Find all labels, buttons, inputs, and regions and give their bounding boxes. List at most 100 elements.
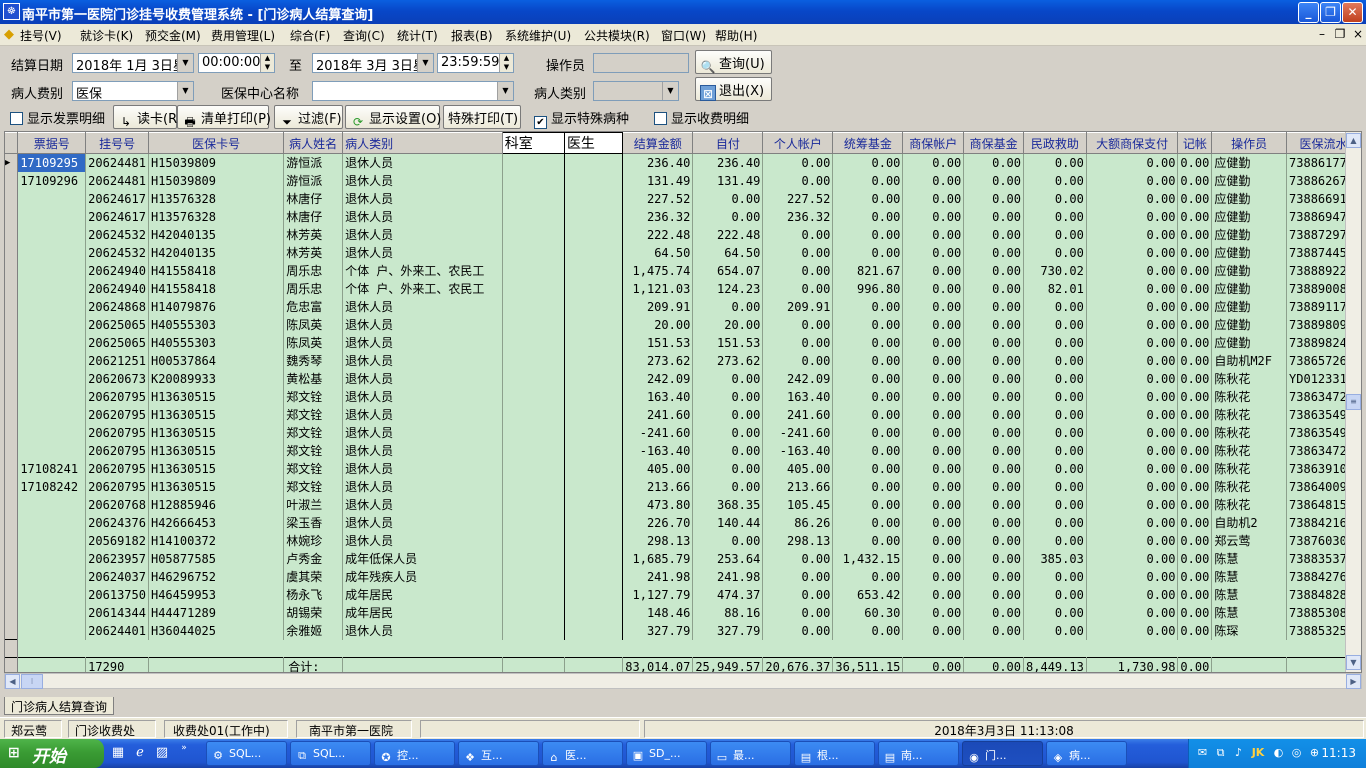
time-from-input[interactable]: 00:00:00 ▲ ▼ <box>198 53 275 73</box>
table-cell[interactable]: 0.00 <box>832 495 904 514</box>
table-cell[interactable]: 郑文铨 <box>283 423 344 442</box>
row-indicator[interactable] <box>5 513 19 532</box>
table-cell[interactable]: 227.52 <box>622 189 694 208</box>
chevron-down-icon[interactable]: ▼ <box>497 82 513 100</box>
table-cell[interactable]: 0.00 <box>762 153 834 172</box>
table-cell[interactable]: 虞其荣 <box>283 567 344 586</box>
table-cell[interactable] <box>564 603 624 622</box>
table-cell[interactable]: 242.09 <box>622 369 694 388</box>
table-cell[interactable]: 退休人员 <box>342 171 503 190</box>
table-cell[interactable]: 退休人员 <box>342 297 503 316</box>
table-cell[interactable]: 郑文铨 <box>283 477 344 496</box>
table-cell[interactable]: 0.00 <box>692 297 764 316</box>
table-cell[interactable]: 应健勤 <box>1211 225 1288 244</box>
table-cell[interactable] <box>564 279 624 298</box>
table-cell[interactable]: 叶淑兰 <box>283 495 344 514</box>
table-cell[interactable]: 0.00 <box>1177 405 1213 424</box>
table-cell[interactable]: 0.00 <box>832 243 904 262</box>
table-cell[interactable]: 0.00 <box>963 351 1025 370</box>
table-cell[interactable]: 0.00 <box>963 405 1025 424</box>
show-special-disease-checkbox[interactable]: ✔ 显示特殊病种 <box>534 108 629 129</box>
table-cell[interactable] <box>564 495 624 514</box>
table-cell[interactable]: 退休人员 <box>342 351 503 370</box>
table-cell[interactable]: 0.00 <box>832 315 904 334</box>
table-cell[interactable] <box>564 297 624 316</box>
table-cell[interactable]: 陈慧 <box>1211 549 1288 568</box>
table-cell[interactable]: 个体 户、外来工、农民工 <box>342 261 503 280</box>
table-cell[interactable]: 郑文铨 <box>283 387 344 406</box>
table-cell[interactable]: 0.00 <box>832 621 904 640</box>
table-cell[interactable]: 0.00 <box>1086 459 1179 478</box>
column-header[interactable]: 统筹基金 <box>832 132 904 154</box>
table-cell[interactable]: 0.00 <box>902 585 965 604</box>
table-cell[interactable]: 郑云莺 <box>1211 531 1288 550</box>
table-cell[interactable]: 0.00 <box>1023 225 1087 244</box>
table-cell[interactable]: 退休人员 <box>342 459 503 478</box>
menu-help[interactable]: 帮助(H) <box>715 27 757 44</box>
table-cell[interactable]: 0.00 <box>963 207 1025 226</box>
table-cell[interactable]: 20620795 <box>85 459 149 478</box>
table-cell[interactable] <box>17 351 87 370</box>
settlement-grid[interactable]: 票据号 挂号号 医保卡号 病人姓名 病人类别 科室 医生 结算金额 自付 个人帐… <box>4 131 1362 673</box>
table-cell[interactable]: 0.00 <box>1177 351 1213 370</box>
show-fee-detail-checkbox[interactable]: 显示收费明细 <box>654 108 749 127</box>
table-cell[interactable]: 0.00 <box>762 585 834 604</box>
table-cell[interactable]: 0.00 <box>832 225 904 244</box>
table-cell[interactable]: 385.03 <box>1023 549 1087 568</box>
table-cell[interactable]: 236.32 <box>622 207 694 226</box>
table-cell[interactable]: 0.00 <box>1086 153 1179 172</box>
menu-card[interactable]: 就诊卡(K) <box>80 27 133 44</box>
table-cell[interactable] <box>502 603 565 622</box>
table-cell[interactable]: 0.00 <box>1023 585 1087 604</box>
table-cell[interactable]: 0.00 <box>692 387 764 406</box>
row-indicator[interactable] <box>5 297 19 316</box>
table-cell[interactable]: 241.60 <box>622 405 694 424</box>
table-cell[interactable]: 0.00 <box>963 459 1025 478</box>
table-cell[interactable]: 0.00 <box>1177 225 1213 244</box>
table-cell[interactable] <box>17 405 87 424</box>
table-row[interactable]: 20624376 H42666453 梁玉香 退休人员 226.70 140.44 86.2… <box>5 513 1361 532</box>
table-cell[interactable] <box>502 171 565 190</box>
table-row[interactable]: 20613750 H46459953 杨永飞 成年居民 1,127.79 474.37 0.… <box>5 585 1361 604</box>
chevron-down-icon[interactable]: ▼ <box>417 54 433 72</box>
table-cell[interactable]: 0.00 <box>902 315 965 334</box>
table-cell[interactable]: 0.00 <box>1023 621 1087 640</box>
table-cell[interactable]: 227.52 <box>762 189 834 208</box>
table-cell[interactable]: 0.00 <box>692 423 764 442</box>
column-header[interactable]: 挂号号 <box>85 132 149 154</box>
display-settings-button[interactable]: ⟳ 显示设置(O) <box>345 105 441 129</box>
table-cell[interactable]: 杨永飞 <box>283 585 344 604</box>
table-cell[interactable]: 0.00 <box>963 171 1025 190</box>
row-indicator[interactable] <box>5 405 19 424</box>
table-cell[interactable]: 梁玉香 <box>283 513 344 532</box>
table-cell[interactable] <box>502 423 565 442</box>
table-cell[interactable] <box>502 153 565 172</box>
table-cell[interactable]: 654.07 <box>692 261 764 280</box>
row-indicator[interactable] <box>5 621 19 640</box>
row-indicator[interactable] <box>5 603 19 622</box>
table-cell[interactable]: 余雅姬 <box>283 621 344 640</box>
table-cell[interactable]: 0.00 <box>1086 495 1179 514</box>
table-cell[interactable]: 退休人员 <box>342 225 503 244</box>
table-row[interactable]: 20624532 H42040135 林芳英 退休人员 64.50 64.50 0.00 0.… <box>5 243 1361 262</box>
table-cell[interactable]: 20620795 <box>85 423 149 442</box>
table-cell[interactable]: K20089933 <box>148 369 285 388</box>
table-cell[interactable]: 0.00 <box>1177 333 1213 352</box>
table-cell[interactable]: 陈凤英 <box>283 333 344 352</box>
table-cell[interactable]: H00537864 <box>148 351 285 370</box>
row-indicator[interactable] <box>5 585 19 604</box>
table-cell[interactable]: 0.00 <box>963 585 1025 604</box>
table-cell[interactable]: 0.00 <box>1086 513 1179 532</box>
show-invoice-detail-checkbox[interactable]: 显示发票明细 <box>10 108 105 127</box>
table-cell[interactable]: 0.00 <box>1023 513 1087 532</box>
table-cell[interactable]: 退休人员 <box>342 153 503 172</box>
table-cell[interactable]: 1,685.79 <box>622 549 694 568</box>
table-cell[interactable]: H15039809 <box>148 153 285 172</box>
table-cell[interactable]: H14100372 <box>148 531 285 550</box>
table-cell[interactable]: 0.00 <box>1177 243 1213 262</box>
table-cell[interactable]: 327.79 <box>692 621 764 640</box>
table-cell[interactable]: H13576328 <box>148 189 285 208</box>
table-cell[interactable]: 林婉珍 <box>283 531 344 550</box>
table-cell[interactable]: 0.00 <box>902 603 965 622</box>
table-cell[interactable]: 陈慧 <box>1211 603 1288 622</box>
